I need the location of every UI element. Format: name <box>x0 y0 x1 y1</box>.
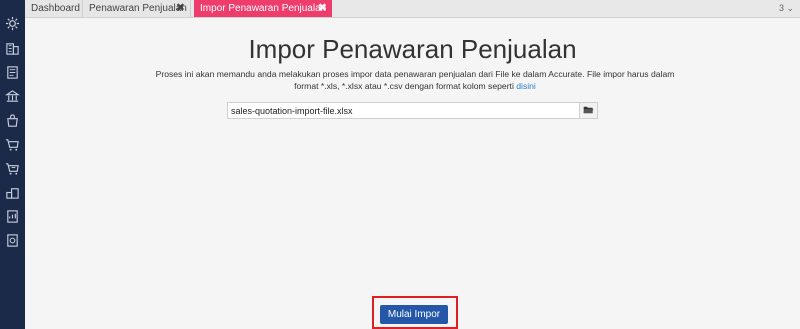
folder-open-icon <box>583 102 594 120</box>
cart-icon[interactable] <box>5 137 20 152</box>
shopping-bag-icon[interactable] <box>5 113 20 128</box>
tab-count-dropdown[interactable]: 3 ⌄ <box>775 0 798 17</box>
tab-impor-penawaran-penjualan[interactable]: Impor Penawaran Penjualan ✖ <box>194 0 332 17</box>
close-icon[interactable]: ✖ <box>176 0 185 17</box>
tab-dashboard[interactable]: Dashboard <box>25 0 83 17</box>
main-content: Impor Penawaran Penjualan Proses ini aka… <box>25 18 800 329</box>
ledger-icon[interactable] <box>5 65 20 80</box>
description-text: Proses ini akan memandu anda melakukan p… <box>155 69 675 91</box>
inventory-icon[interactable] <box>5 185 20 200</box>
report-icon[interactable] <box>5 209 20 224</box>
tab-label: Dashboard <box>31 3 80 14</box>
cart-transfer-icon[interactable] <box>5 161 20 176</box>
bank-icon[interactable] <box>5 89 20 104</box>
building-icon[interactable] <box>5 41 20 56</box>
tab-bar: Dashboard Penawaran Penjualan ✖ Impor Pe… <box>25 0 800 18</box>
file-picker <box>227 102 598 119</box>
sidebar <box>0 0 25 329</box>
tab-label: Penawaran Penjualan <box>89 3 187 14</box>
page-title: Impor Penawaran Penjualan <box>248 34 577 64</box>
browse-file-button[interactable] <box>579 103 597 118</box>
template-link[interactable]: disini <box>516 81 536 91</box>
gear-icon[interactable] <box>5 16 20 31</box>
settings-report-icon[interactable] <box>5 233 20 248</box>
start-import-button[interactable]: Mulai Impor <box>380 305 448 324</box>
file-path-input[interactable] <box>228 103 580 118</box>
tab-penawaran-penjualan[interactable]: Penawaran Penjualan ✖ <box>83 0 191 17</box>
tab-label: Impor Penawaran Penjualan <box>200 3 327 14</box>
page-description: Proses ini akan memandu anda melakukan p… <box>145 68 685 92</box>
close-icon[interactable]: ✖ <box>318 0 327 17</box>
